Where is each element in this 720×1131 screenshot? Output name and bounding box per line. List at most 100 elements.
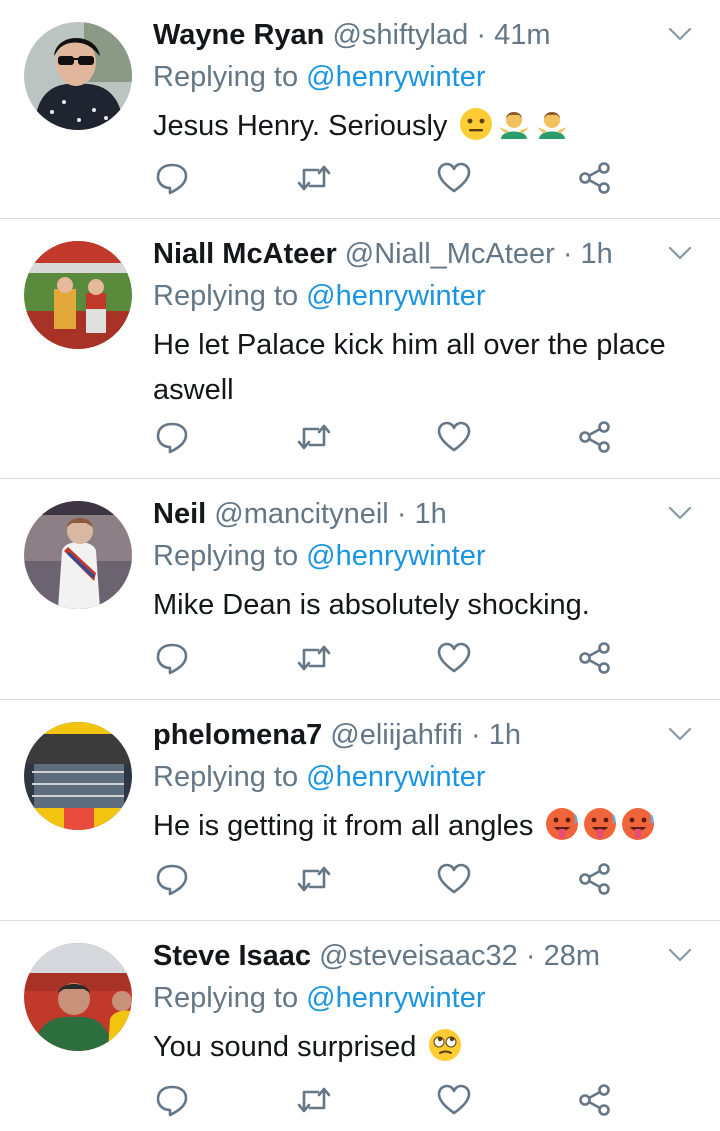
share-button[interactable]: [577, 640, 617, 680]
reply-button[interactable]: [154, 419, 194, 459]
hot-face-emoji: [584, 808, 617, 840]
mention-link[interactable]: @henrywinter: [306, 982, 485, 1014]
share-button[interactable]: [577, 419, 617, 459]
neutral-face-emoji: [460, 108, 493, 140]
display-name[interactable]: Neil: [153, 498, 206, 530]
tweet-header: Steve Isaac @steveisaac32 · 28m: [153, 939, 650, 973]
like-button[interactable]: [436, 861, 476, 901]
tweet-body: He let Palace kick him all over the plac…: [153, 329, 666, 406]
tweet-body: Jesus Henry. Seriously: [153, 110, 448, 142]
eye-roll-emoji: [429, 1029, 462, 1061]
reply-button[interactable]: [154, 1082, 194, 1122]
mention-link[interactable]: @henrywinter: [306, 761, 485, 793]
retweet-button[interactable]: [296, 419, 336, 459]
separator-dot: ·: [476, 19, 486, 51]
avatar[interactable]: [24, 241, 132, 349]
retweet-icon: [297, 424, 331, 450]
timestamp[interactable]: 1h: [415, 498, 447, 530]
separator-dot: ·: [525, 940, 536, 972]
reply-button[interactable]: [154, 861, 194, 901]
share-icon: [579, 863, 610, 895]
tweet-item[interactable]: Niall McAteer @Niall_McAteer · 1h Replyi…: [0, 219, 720, 479]
retweet-icon: [297, 645, 331, 671]
share-button[interactable]: [577, 1082, 617, 1122]
chevron-down-icon[interactable]: [668, 26, 692, 42]
tweet-item[interactable]: Steve Isaac @steveisaac32 · 28m Replying…: [0, 921, 720, 1131]
user-handle[interactable]: @steveisaac32: [319, 940, 518, 972]
avatar[interactable]: [24, 22, 132, 130]
display-name[interactable]: phelomena7: [153, 719, 322, 751]
reply-button[interactable]: [154, 160, 194, 200]
replying-to-line: Replying to @henrywinter: [153, 760, 486, 794]
share-icon: [579, 421, 610, 453]
reply-icon: [156, 643, 188, 675]
tweet-item[interactable]: Neil @mancityneil · 1h Replying to @henr…: [0, 479, 720, 700]
tweet-text: He is getting it from all angles: [153, 804, 690, 849]
heart-icon: [437, 1084, 471, 1115]
tweet-actions: [0, 160, 720, 200]
heart-icon: [437, 863, 471, 894]
retweet-button[interactable]: [296, 861, 336, 901]
display-name[interactable]: Wayne Ryan: [153, 19, 324, 51]
replying-to-label: Replying to: [153, 61, 299, 93]
user-handle[interactable]: @shiftylad: [332, 19, 468, 51]
tweet-body: He is getting it from all angles: [153, 810, 534, 842]
tweet-header: phelomena7 @eliijahfifi · 1h: [153, 718, 650, 752]
like-button[interactable]: [436, 640, 476, 680]
retweet-button[interactable]: [296, 1082, 336, 1122]
timestamp[interactable]: 28m: [544, 940, 600, 972]
mention-link[interactable]: @henrywinter: [306, 540, 485, 572]
share-button[interactable]: [577, 861, 617, 901]
chevron-down-icon[interactable]: [668, 947, 692, 963]
replying-to-line: Replying to @henrywinter: [153, 981, 486, 1015]
tweet-header: Niall McAteer @Niall_McAteer · 1h: [153, 237, 650, 271]
replying-to-line: Replying to @henrywinter: [153, 60, 486, 94]
reply-button[interactable]: [154, 640, 194, 680]
tweet-text: Mike Dean is absolutely shocking.: [153, 583, 690, 628]
separator-dot: ·: [562, 238, 573, 270]
retweet-button[interactable]: [296, 160, 336, 200]
chevron-down-icon[interactable]: [668, 726, 692, 742]
separator-dot: ·: [470, 719, 481, 751]
replying-to-label: Replying to: [153, 761, 299, 793]
like-button[interactable]: [436, 419, 476, 459]
timestamp[interactable]: 1h: [489, 719, 521, 751]
share-button[interactable]: [577, 160, 617, 200]
retweet-button[interactable]: [296, 640, 336, 680]
reply-icon: [156, 864, 188, 896]
chevron-down-icon[interactable]: [668, 505, 692, 521]
person-shrugging-emoji: [499, 112, 530, 139]
hot-face-emoji: [546, 808, 579, 840]
user-handle[interactable]: @mancityneil: [214, 498, 389, 530]
heart-icon: [437, 642, 471, 673]
avatar[interactable]: [24, 722, 132, 830]
replying-to-line: Replying to @henrywinter: [153, 539, 486, 573]
display-name[interactable]: Niall McAteer: [153, 238, 337, 270]
replying-to-label: Replying to: [153, 982, 299, 1014]
like-button[interactable]: [436, 160, 476, 200]
tweet-text: You sound surprised: [153, 1025, 690, 1070]
user-handle[interactable]: @eliijahfifi: [330, 719, 463, 751]
like-button[interactable]: [436, 1082, 476, 1122]
reply-icon: [156, 422, 188, 454]
tweet-actions: [0, 1082, 720, 1122]
timestamp[interactable]: 1h: [581, 238, 613, 270]
person-shrugging-emoji: [537, 112, 568, 139]
tweet-item[interactable]: Wayne Ryan @shiftylad · 41m Replying to …: [0, 0, 720, 219]
avatar[interactable]: [24, 501, 132, 609]
timestamp[interactable]: 41m: [494, 19, 550, 51]
display-name[interactable]: Steve Isaac: [153, 940, 311, 972]
heart-icon: [437, 421, 471, 452]
separator-dot: ·: [396, 498, 407, 530]
tweet-text: He let Palace kick him all over the plac…: [153, 323, 690, 413]
tweet-header: Neil @mancityneil · 1h: [153, 497, 650, 531]
tweet-item[interactable]: phelomena7 @eliijahfifi · 1h Replying to…: [0, 700, 720, 921]
retweet-icon: [297, 1087, 331, 1113]
user-handle[interactable]: @Niall_McAteer: [345, 238, 555, 270]
mention-link[interactable]: @henrywinter: [306, 280, 485, 312]
mention-link[interactable]: @henrywinter: [306, 61, 485, 93]
tweet-body: Mike Dean is absolutely shocking.: [153, 589, 590, 621]
avatar[interactable]: [24, 943, 132, 1051]
chevron-down-icon[interactable]: [668, 245, 692, 261]
replying-to-label: Replying to: [153, 280, 299, 312]
